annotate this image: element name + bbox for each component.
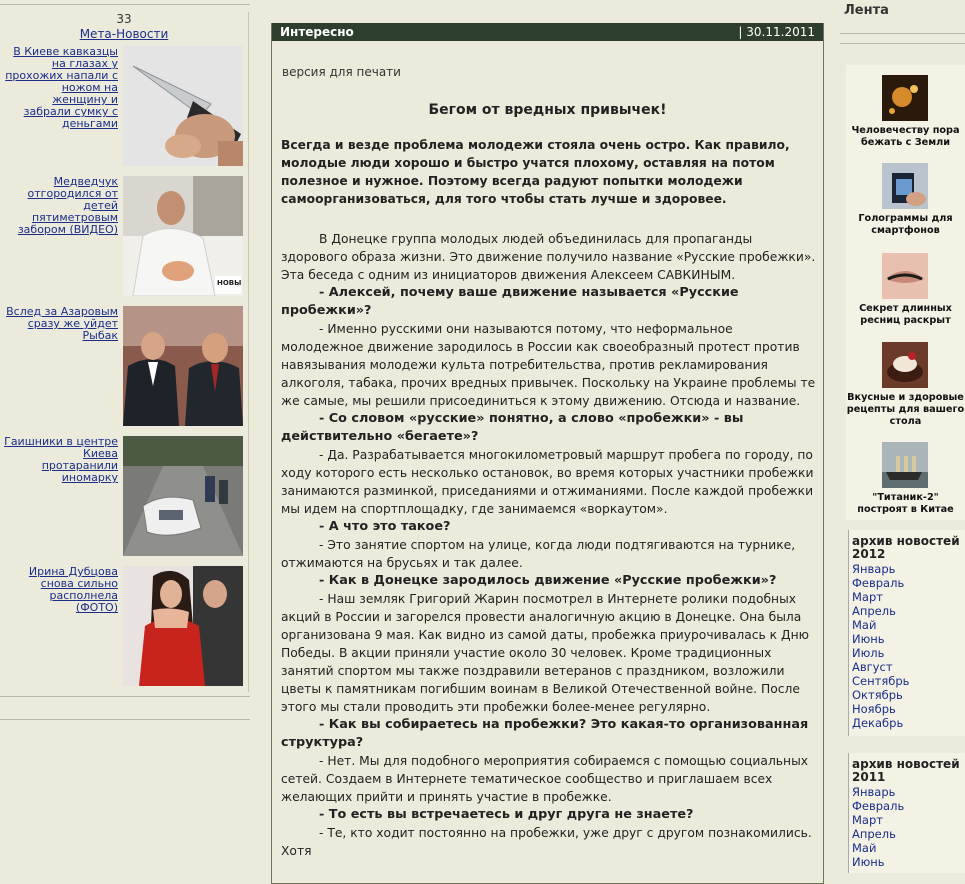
article-paragraph: В Донецке группа молодых людей объединил…: [281, 232, 816, 282]
archive-month-link[interactable]: Июль: [849, 646, 965, 660]
archive-month-link[interactable]: Апрель: [849, 827, 965, 841]
print-version-link[interactable]: версия для печати: [282, 65, 401, 79]
article-date: | 30.11.2011: [738, 25, 815, 39]
meta-news-link[interactable]: Мета-Новости: [0, 27, 248, 41]
archive-month-link[interactable]: Май: [849, 841, 965, 855]
feed-caption: Голограммы для смартфонов: [858, 213, 953, 236]
archive-month-link[interactable]: Февраль: [849, 576, 965, 590]
archive-heading: архив новостей 2012: [852, 534, 960, 561]
feed-thumbnail[interactable]: [882, 75, 928, 121]
article-paragraph: - Это занятие спортом на улице, когда лю…: [281, 538, 796, 570]
article-lead: Всегда и везде проблема молодежи стояла …: [281, 138, 790, 206]
left-sidebar: 33 Мета-Новости В Киеве кавказцы на глаз…: [0, 0, 250, 863]
feed-heading: Лента: [844, 3, 889, 18]
news-thumbnail[interactable]: [123, 46, 243, 166]
news-thumbnail[interactable]: [123, 306, 243, 426]
article-panel: Интересно | 30.11.2011 версия для печати…: [271, 23, 824, 884]
right-sidebar: Лента Человечеству пора бежать с Земли Г…: [840, 0, 965, 873]
archive-month-link[interactable]: Май: [849, 618, 965, 632]
article-paragraph: - Да. Разрабатывается многокилометровый …: [281, 448, 814, 516]
interview-question: - Алексей, почему ваше движение называет…: [281, 285, 739, 318]
interview-question: - А что это такое?: [319, 519, 451, 534]
news-count: 33: [116, 12, 132, 26]
archive-2012: архив новостей 2012 Январь Февраль Март Апр…: [848, 530, 965, 736]
feed-caption: "Титаник-2" построят в Китае: [857, 492, 954, 515]
archive-month-link[interactable]: Март: [849, 813, 965, 827]
archive-month-link[interactable]: Февраль: [849, 799, 965, 813]
archive-2011: архив новостей 2011 Январь Февраль Март Апр…: [848, 753, 965, 873]
feed-caption: Секрет длинных ресниц раскрыт: [859, 303, 952, 326]
divider: [840, 33, 965, 34]
article-paragraph: - Нет. Мы для подобного мероприятия соби…: [281, 754, 809, 804]
news-thumbnail[interactable]: [123, 436, 243, 556]
article-paragraph: - Наш земляк Григорий Жарин посмотрел в …: [281, 592, 810, 714]
interview-question: - Со словом «русские» понятно, а слово «…: [281, 411, 744, 444]
feed-thumbnail[interactable]: [882, 163, 928, 209]
article-paragraph: - Те, кто ходит постоянно на пробежки, у…: [281, 826, 812, 858]
divider: [0, 719, 250, 720]
feed-thumbnail[interactable]: [882, 253, 928, 299]
news-thumbnail[interactable]: НОВЫ РЕГИО: [123, 176, 243, 296]
news-link[interactable]: Вслед за Азаровым сразу же уйдет Рыбак: [4, 306, 118, 342]
news-thumbnail[interactable]: [123, 566, 243, 686]
archive-month-link[interactable]: Сентябрь: [849, 674, 965, 688]
meta-news-box: 33 Мета-Новости В Киеве кавказцы на глаз…: [0, 12, 249, 692]
article-paragraph: - Именно русскими они называются потому,…: [281, 322, 816, 408]
news-link[interactable]: Гаишники в центре Киева протаранили ином…: [4, 436, 118, 484]
feed-box: Человечеству пора бежать с Земли Гологра…: [846, 65, 965, 520]
news-link[interactable]: Медведчук отгородился от детей пятиметро…: [4, 176, 118, 236]
archive-month-link[interactable]: Июнь: [849, 632, 965, 646]
section-label: Интересно: [280, 25, 354, 39]
feed-caption: Вкусные и здоровые рецепты для вашего ст…: [846, 392, 965, 427]
divider: [0, 696, 250, 697]
archive-heading: архив новостей 2011: [852, 757, 960, 784]
archive-month-link[interactable]: Октябрь: [849, 688, 965, 702]
archive-month-link[interactable]: Август: [849, 660, 965, 674]
feed-thumbnail[interactable]: [882, 342, 928, 388]
archive-month-link[interactable]: Декабрь: [849, 716, 965, 730]
watermark-text: НОВЫ РЕГИО: [217, 279, 243, 287]
archive-month-link[interactable]: Январь: [849, 562, 965, 576]
article-title: Бегом от вредных привычек!: [428, 102, 667, 118]
interview-question: - Как вы собираетесь на пробежки? Это ка…: [281, 717, 809, 750]
feed-caption: Человечеству пора бежать с Земли: [851, 125, 960, 148]
feed-thumbnail[interactable]: [882, 442, 928, 488]
divider: [0, 4, 250, 5]
archive-month-link[interactable]: Март: [849, 590, 965, 604]
archive-month-link[interactable]: Апрель: [849, 604, 965, 618]
news-link[interactable]: Ирина Дубцова снова сильно располнела (Ф…: [4, 566, 118, 614]
archive-month-link[interactable]: Январь: [849, 785, 965, 799]
news-link[interactable]: В Киеве кавказцы на глазах у прохожих на…: [4, 46, 118, 130]
divider: [840, 43, 965, 44]
interview-question: - Как в Донецке зародилось движение «Рус…: [319, 573, 777, 588]
article-header: Интересно | 30.11.2011: [272, 23, 823, 41]
archive-month-link[interactable]: Ноябрь: [849, 702, 965, 716]
interview-question: - То есть вы встречаетесь и друг друга н…: [319, 807, 694, 822]
article-body: В Донецке группа молодых людей объединил…: [281, 230, 816, 860]
archive-month-link[interactable]: Июнь: [849, 855, 965, 869]
